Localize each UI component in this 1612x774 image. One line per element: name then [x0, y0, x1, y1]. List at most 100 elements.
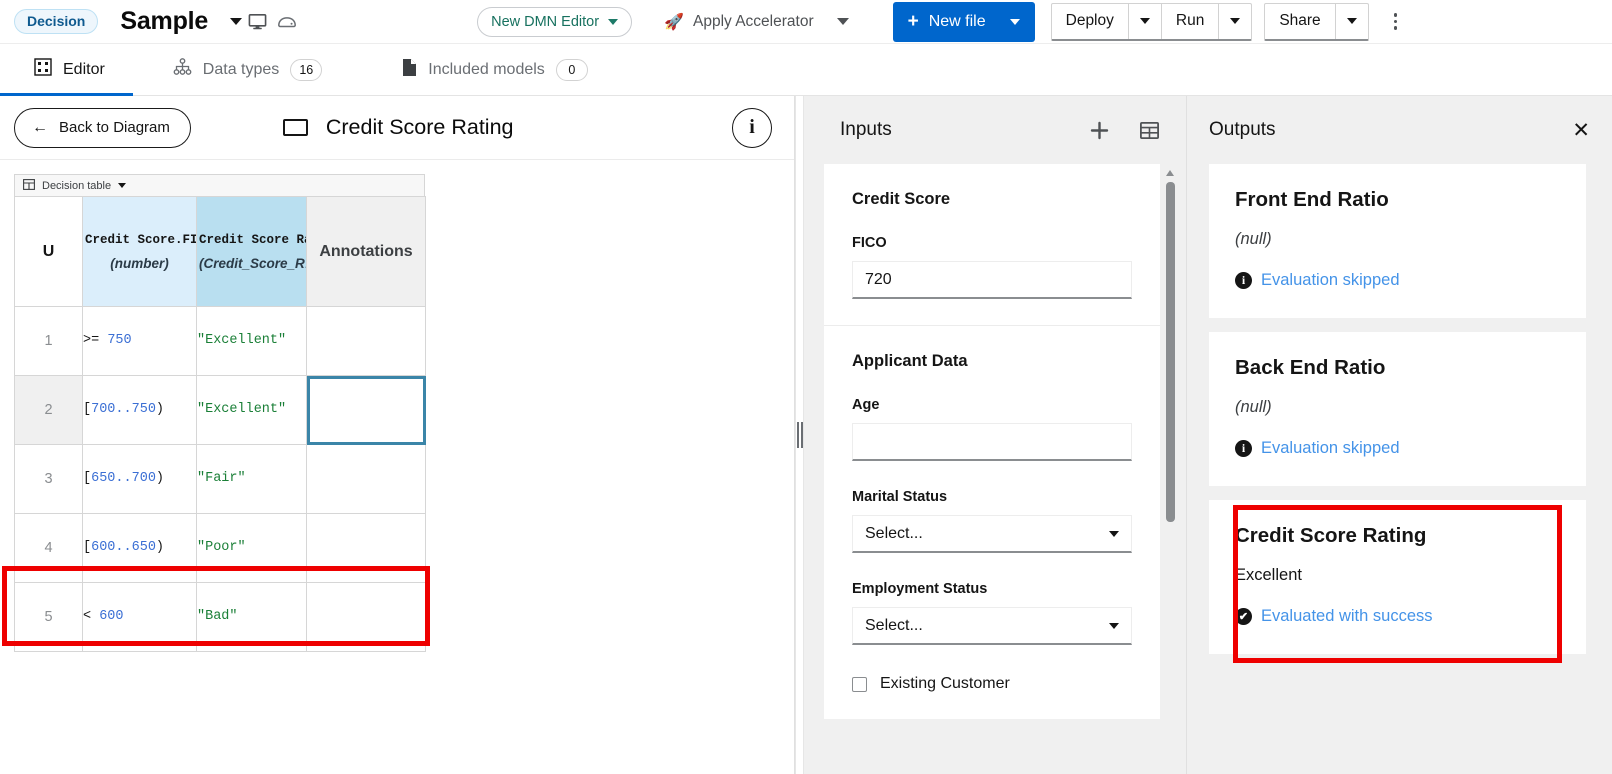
row-index-cell[interactable]: 3: [14, 444, 83, 514]
save-disk-icon[interactable]: [272, 7, 302, 37]
table-row[interactable]: 4 [600..650) "Poor": [14, 513, 426, 583]
outputs-panel: Outputs ✕ Front End Ratio (null) i Evalu…: [1186, 96, 1612, 774]
output-status[interactable]: ✔ Evaluated with success: [1235, 607, 1560, 626]
marital-status-select[interactable]: Select...: [852, 515, 1132, 553]
input-entry-cell[interactable]: [600..650): [82, 513, 197, 583]
deploy-split-button[interactable]: Deploy Run: [1050, 2, 1253, 41]
apply-accelerator-button[interactable]: 🚀 Apply Accelerator: [664, 12, 849, 32]
tab-editor[interactable]: Editor: [0, 44, 133, 96]
input-group-title: Applicant Data: [852, 352, 968, 370]
scrollbar-thumb[interactable]: [1166, 182, 1175, 522]
input-column-header[interactable]: Credit Score.FI… (number): [82, 196, 197, 307]
pane-splitter[interactable]: [795, 96, 804, 774]
input-number: 600: [99, 608, 124, 624]
employment-status-select[interactable]: Select...: [852, 607, 1132, 645]
chevron-down-icon[interactable]: [836, 18, 849, 25]
field-age: Age: [852, 397, 1132, 461]
chevron-down-icon[interactable]: [230, 18, 243, 25]
table-view-icon[interactable]: [1134, 115, 1164, 145]
chevron-down-icon: [1346, 18, 1357, 24]
output-title: Front End Ratio: [1235, 188, 1389, 211]
run-button[interactable]: Run: [1160, 3, 1218, 39]
rocket-icon: 🚀: [664, 13, 684, 31]
row-index-cell[interactable]: 4: [14, 513, 83, 583]
output-value: Excellent: [1235, 566, 1302, 584]
tab-data-types[interactable]: Data types 16: [133, 44, 350, 95]
annotation-cell[interactable]: [306, 306, 426, 376]
output-entry-cell[interactable]: "Bad": [196, 582, 307, 652]
hit-policy-cell[interactable]: U: [14, 196, 83, 307]
input-entry-cell[interactable]: < 600: [82, 582, 197, 652]
input-prefix: >=: [83, 332, 108, 348]
table-row[interactable]: 5 < 600 "Bad": [14, 582, 426, 652]
inputs-panel-header: Inputs: [804, 96, 1186, 164]
annotation-cell[interactable]: [306, 513, 426, 583]
tab-editor-label: Editor: [63, 60, 105, 78]
close-icon[interactable]: ✕: [1572, 120, 1590, 141]
new-file-button[interactable]: + New file: [892, 1, 1035, 42]
decision-table-editor-pane: ← Back to Diagram Credit Score Rating i …: [0, 96, 795, 774]
existing-customer-checkbox[interactable]: [852, 676, 867, 692]
data-types-count: 16: [290, 58, 323, 81]
run-dropdown-toggle[interactable]: [1218, 3, 1251, 39]
input-entry-cell[interactable]: [650..700): [82, 444, 197, 514]
hierarchy-icon: [173, 58, 192, 81]
top-toolbar: Decision Sample New DMN Editor 🚀 Apply A…: [0, 0, 1612, 44]
input-entry-cell[interactable]: >= 750: [82, 306, 197, 376]
included-models-count: 0: [555, 58, 588, 81]
table-row[interactable]: 2 [700..750) "Excellent": [14, 375, 426, 445]
fico-input[interactable]: 720: [852, 261, 1132, 299]
dmn-editor-switch-label: New DMN Editor: [491, 13, 600, 30]
check-circle-icon: ✔: [1235, 608, 1252, 625]
table-row[interactable]: 3 [650..700) "Fair": [14, 444, 426, 514]
decision-table-container: Decision table U Credit Score.FI… (numbe…: [0, 160, 794, 652]
output-column-header[interactable]: Credit Score Ra… (Credit_Score_R…: [196, 196, 307, 307]
scroll-up-arrow-icon[interactable]: [1166, 170, 1174, 176]
annotations-column-header[interactable]: Annotations: [306, 196, 426, 307]
field-label: Employment Status: [852, 581, 988, 597]
dmn-editor-switch-button[interactable]: New DMN Editor: [477, 6, 633, 37]
chevron-down-icon: [608, 18, 619, 25]
monitor-icon[interactable]: [242, 7, 272, 37]
tab-included-models[interactable]: Included models 0: [350, 44, 616, 95]
annotation-cell[interactable]: [306, 582, 426, 652]
output-entry-cell[interactable]: "Poor": [196, 513, 307, 583]
deploy-dropdown-toggle[interactable]: [1127, 3, 1161, 39]
input-group-title: Credit Score: [852, 190, 951, 208]
decision-table-kind-selector[interactable]: Decision table: [14, 174, 425, 196]
output-status[interactable]: i Evaluation skipped: [1235, 439, 1560, 458]
input-prefix: [: [83, 470, 92, 486]
plus-icon[interactable]: [1084, 115, 1114, 145]
row-index-cell[interactable]: 1: [14, 306, 83, 376]
vertical-dots-icon[interactable]: [1383, 5, 1409, 39]
output-status[interactable]: i Evaluation skipped: [1235, 271, 1560, 290]
existing-customer-row[interactable]: Existing Customer: [852, 675, 1132, 693]
output-entry-cell[interactable]: "Excellent": [196, 306, 307, 376]
row-index-cell[interactable]: 5: [14, 582, 83, 652]
share-button[interactable]: Share: [1265, 4, 1334, 39]
info-icon[interactable]: i: [732, 107, 772, 148]
inputs-scrollbar[interactable]: [1164, 164, 1177, 774]
info-icon: i: [1235, 440, 1252, 457]
row-index-cell[interactable]: 2: [14, 375, 83, 445]
input-prefix: <: [83, 608, 100, 624]
share-dropdown-toggle[interactable]: [1334, 3, 1368, 39]
age-input[interactable]: [852, 423, 1132, 461]
annotation-cell[interactable]: [306, 375, 426, 445]
output-value: (null): [1235, 230, 1272, 248]
table-row[interactable]: 1 >= 750 "Excellent": [14, 306, 426, 376]
output-entry-cell[interactable]: "Fair": [196, 444, 307, 514]
deploy-button[interactable]: Deploy: [1052, 4, 1128, 39]
arrow-left-icon: ←: [32, 118, 48, 136]
chevron-down-icon[interactable]: [1009, 18, 1020, 25]
output-status-label: Evaluation skipped: [1261, 271, 1400, 289]
output-card-credit-score-rating: Credit Score Rating Excellent ✔ Evaluate…: [1209, 500, 1586, 654]
back-to-diagram-button[interactable]: ← Back to Diagram: [14, 107, 191, 148]
plus-icon: +: [907, 11, 919, 32]
share-split-button[interactable]: Share: [1264, 2, 1369, 41]
annotation-cell[interactable]: [306, 444, 426, 514]
input-entry-cell[interactable]: [700..750): [82, 375, 197, 445]
input-prefix: [: [83, 401, 92, 417]
decision-node-icon: [282, 119, 308, 136]
output-entry-cell[interactable]: "Excellent": [196, 375, 307, 445]
